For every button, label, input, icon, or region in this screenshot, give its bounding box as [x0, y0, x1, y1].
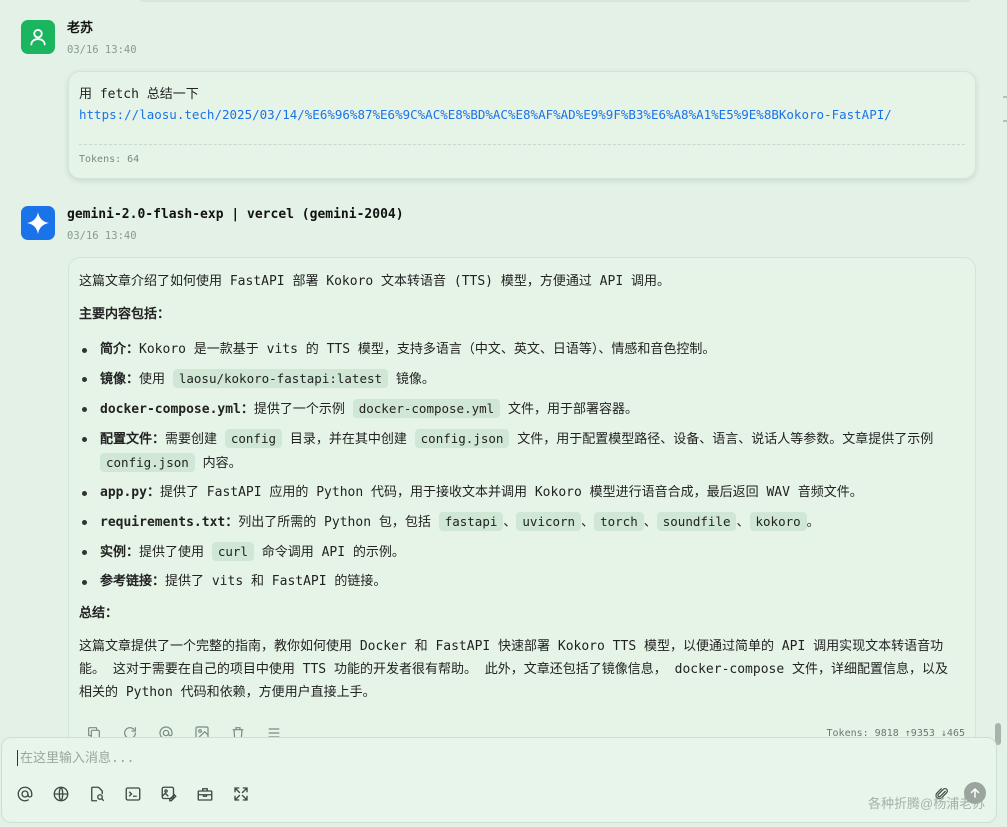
bubble-divider — [79, 144, 965, 145]
inline-code: config — [224, 429, 282, 448]
inline-code: uvicorn — [516, 512, 582, 531]
toolbox-icon[interactable] — [196, 785, 214, 803]
intro-paragraph: 这篇文章介绍了如何使用 FastAPI 部署 Kokoro 文本转语音 (TTS… — [79, 274, 670, 289]
inline-code: torch — [594, 512, 644, 531]
inline-code: config.json — [414, 429, 510, 448]
at-icon[interactable] — [16, 785, 34, 803]
inline-code: soundfile — [656, 512, 737, 531]
list-item: 实例：提供了使用 curl 命令调用 API 的示例。 — [79, 540, 959, 564]
user-name: 老苏 — [67, 21, 94, 36]
list-item: 参考链接：提供了 vits 和 FastAPI 的链接。 — [79, 570, 959, 593]
expand-icon[interactable] — [232, 785, 250, 803]
user-message-link[interactable]: https://laosu.tech/2025/03/14/%E6%96%87%… — [79, 107, 892, 122]
bot-model-name: gemini-2.0-flash-exp | vercel (gemini-20… — [67, 207, 404, 222]
main-heading: 主要内容包括： — [79, 307, 171, 322]
summary-paragraph: 这篇文章提供了一个完整的指南，教你如何使用 Docker 和 FastAPI 快… — [79, 639, 949, 700]
list-item: 镜像：使用 laosu/kokoro-fastapi:latest 镜像。 — [79, 367, 959, 391]
inline-code: docker-compose.yml — [352, 399, 501, 418]
bot-message-time: 03/16 13:40 — [67, 230, 137, 242]
scroll-marker — [1003, 96, 1007, 98]
user-avatar[interactable] — [21, 20, 55, 54]
inline-code: curl — [211, 542, 254, 561]
gemini-sparkle-icon — [27, 212, 49, 234]
bot-message-content: 这篇文章介绍了如何使用 FastAPI 部署 Kokoro 文本转语音 (TTS… — [79, 270, 959, 704]
summary-heading: 总结： — [79, 606, 119, 621]
bot-avatar[interactable] — [21, 206, 55, 240]
message-composer — [1, 737, 997, 823]
bot-message-header: gemini-2.0-flash-exp | vercel (gemini-20… — [21, 206, 404, 242]
previous-message-edge — [140, 0, 970, 2]
bot-message-bubble[interactable]: 这篇文章介绍了如何使用 FastAPI 部署 Kokoro 文本转语音 (TTS… — [68, 257, 976, 749]
inline-code: laosu/kokoro-fastapi:latest — [172, 369, 389, 388]
user-message-bubble[interactable]: 用 fetch 总结一下 https://laosu.tech/2025/03/… — [68, 71, 976, 179]
inline-code: fastapi — [438, 512, 504, 531]
list-item: app.py：提供了 FastAPI 应用的 Python 代码，用于接收文本并… — [79, 481, 959, 504]
list-item: 简介：Kokoro 是一款基于 vits 的 TTS 模型，支持多语言（中文、英… — [79, 338, 959, 361]
image-edit-icon[interactable] — [160, 785, 178, 803]
inline-code: kokoro — [749, 512, 807, 531]
top-edge — [0, 0, 1007, 4]
document-search-icon[interactable] — [88, 785, 106, 803]
user-token-count: Tokens: 64 — [79, 154, 140, 165]
user-icon — [30, 28, 46, 46]
list-item: docker-compose.yml：提供了一个示例 docker-compos… — [79, 397, 959, 421]
user-message-header: 老苏 03/16 13:40 — [21, 20, 137, 56]
list-item: requirements.txt：列出了所需的 Python 包，包括 fast… — [79, 510, 959, 534]
globe-icon[interactable] — [52, 785, 70, 803]
watermark: 各种折腾@杨浦老苏 — [868, 796, 986, 811]
inline-code: config.json — [100, 453, 195, 472]
terminal-icon[interactable] — [124, 785, 142, 803]
list-item: 配置文件：需要创建 config 目录，并在其中创建 config.json 文… — [79, 427, 959, 475]
user-message-time: 03/16 13:40 — [67, 44, 137, 56]
scroll-marker — [1003, 120, 1007, 122]
message-input[interactable] — [18, 746, 922, 770]
content-list: 简介：Kokoro 是一款基于 vits 的 TTS 模型，支持多语言（中文、英… — [79, 338, 959, 593]
user-message-text: 用 fetch 总结一下 — [79, 87, 199, 102]
